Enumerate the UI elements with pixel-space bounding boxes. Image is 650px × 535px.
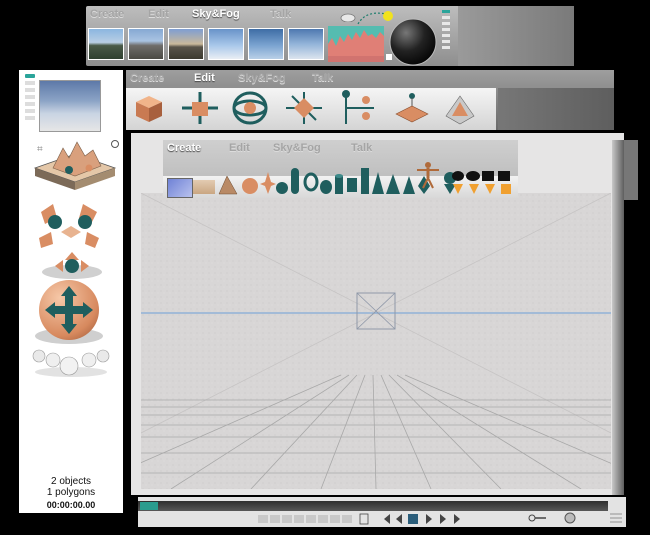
sky-fog-panel: Create Edit Sky&Fog Talk: [86, 6, 574, 66]
tab-edit[interactable]: Edit: [148, 6, 192, 24]
sphere-icon[interactable]: [241, 174, 259, 196]
disc-icon[interactable]: [319, 178, 333, 196]
create-panel: Create Edit Sky&Fog Talk: [163, 140, 518, 198]
timeline-track[interactable]: [138, 501, 608, 511]
tab-talk[interactable]: Talk: [270, 6, 310, 24]
selected-swatch[interactable]: [167, 178, 193, 198]
deform-terrain-icon[interactable]: [442, 90, 478, 126]
rotate-rings-icon[interactable]: [230, 90, 270, 126]
grid-canvas: [141, 193, 611, 489]
sky-thumbnail-4[interactable]: [208, 28, 244, 60]
left-tool-panel: ⌗ 2 objects 1 polygons 00:00:00.00: [19, 70, 123, 513]
cube-primitive-icon[interactable]: [345, 172, 359, 196]
timeline-bar: [138, 497, 626, 527]
edit-panel: Create Edit Sky&Fog Talk: [126, 70, 614, 130]
black-box-icon[interactable]: [481, 170, 495, 182]
cylinder-icon[interactable]: [333, 172, 345, 196]
terrain-icon[interactable]: [217, 170, 239, 196]
tab-create[interactable]: Create: [90, 6, 148, 24]
transport-controls: [359, 513, 460, 525]
tab-edit[interactable]: Edit: [229, 140, 273, 158]
scale-axes-icon[interactable]: [284, 90, 324, 126]
tab-create[interactable]: Create: [167, 140, 229, 158]
vertical-slider[interactable]: [25, 74, 35, 134]
grid-toggle-icon[interactable]: [610, 513, 622, 523]
fog-slider[interactable]: [442, 10, 450, 62]
human-figure-icon[interactable]: [415, 160, 441, 190]
object-count: 2 objects: [50, 476, 92, 487]
black-sphere-icon[interactable]: [451, 170, 465, 182]
move-axes-icon[interactable]: [180, 90, 220, 126]
tab-create[interactable]: Create: [130, 70, 194, 88]
tab-sky-fog[interactable]: Sky&Fog: [273, 140, 351, 158]
sky-thumbnail-3[interactable]: [168, 28, 204, 60]
viewport-edge-strip: [624, 140, 638, 200]
cone-icon[interactable]: [371, 170, 385, 196]
view-spheres-icon[interactable]: [31, 342, 113, 378]
viewport-right-shadow: [612, 140, 624, 495]
color-gradient-graph[interactable]: [328, 26, 384, 62]
torus-icon[interactable]: [303, 170, 319, 194]
panel-edge: [458, 6, 574, 66]
tab-talk[interactable]: Talk: [312, 70, 352, 88]
cloud-icon[interactable]: [340, 12, 356, 22]
polygon-count: 1 polygons: [46, 487, 96, 498]
orange-cone-icon[interactable]: [451, 182, 515, 196]
texture-swatch[interactable]: [193, 180, 215, 194]
svg-text:⌗: ⌗: [37, 144, 43, 155]
trackball-move-icon[interactable]: [33, 276, 111, 346]
sky-thumbnail-6[interactable]: [288, 28, 324, 60]
transform-axis-icon[interactable]: [338, 90, 378, 126]
paint-cube-icon[interactable]: [392, 92, 432, 124]
sky-thumbnail-5[interactable]: [248, 28, 284, 60]
sky-preview-thumbnail[interactable]: [39, 80, 101, 132]
capsule-icon[interactable]: [289, 166, 301, 196]
sky-thumbnail-2[interactable]: [128, 28, 164, 60]
radio-dot[interactable]: [111, 140, 119, 148]
terrain-object-icon[interactable]: ⌗: [31, 138, 119, 192]
white-swatch[interactable]: [386, 54, 392, 60]
tab-sky-fog[interactable]: Sky&Fog: [238, 70, 312, 88]
time-readout: 00:00:00.00: [46, 500, 96, 510]
cube-icon[interactable]: [134, 92, 164, 124]
3d-viewport[interactable]: [141, 193, 611, 489]
tab-edit[interactable]: Edit: [194, 70, 238, 88]
tab-talk[interactable]: Talk: [351, 140, 391, 158]
fog-dial[interactable]: [389, 18, 437, 66]
frame-slots[interactable]: [258, 515, 354, 523]
black-cube-icon[interactable]: [497, 170, 511, 182]
small-sphere-icon[interactable]: [275, 180, 289, 196]
sky-thumbnail-1[interactable]: [88, 28, 124, 60]
black-disc-icon[interactable]: [465, 170, 481, 182]
tab-sky-fog[interactable]: Sky&Fog: [192, 6, 270, 24]
gear-icon[interactable]: [562, 511, 578, 525]
pyramid-icon[interactable]: [385, 172, 401, 196]
key-icon[interactable]: [528, 513, 548, 523]
tall-cylinder-icon[interactable]: [359, 166, 371, 196]
panel-edge: [498, 88, 614, 130]
timeline-marker[interactable]: [140, 502, 158, 510]
